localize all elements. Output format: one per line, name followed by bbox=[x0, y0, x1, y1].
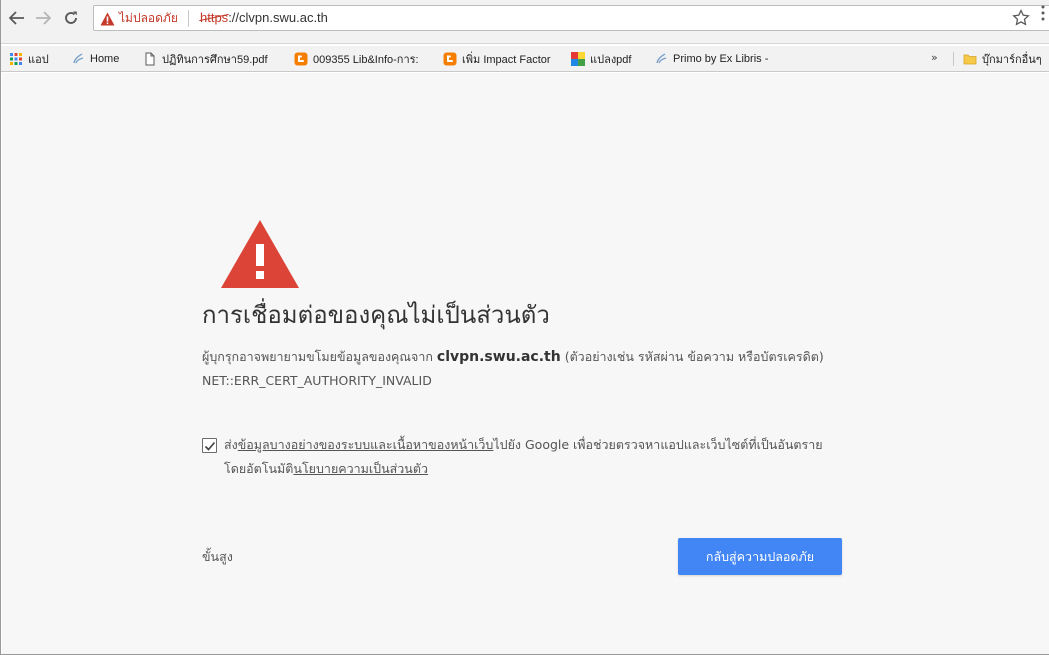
ebsco-icon bbox=[656, 53, 667, 64]
reporting-checkbox[interactable] bbox=[202, 438, 217, 453]
folder-icon bbox=[963, 54, 977, 65]
reload-button[interactable] bbox=[59, 6, 83, 30]
checkmark-icon bbox=[204, 441, 216, 451]
system-info-link[interactable]: ข้อมูลบางอย่างของระบบและเนื้อหาของหน้าเว… bbox=[238, 437, 494, 452]
explanation-text: ผู้บุกรุกอาจพยายามขโมยข้อมูลของคุณจาก cl… bbox=[202, 345, 842, 393]
arrow-left-icon bbox=[9, 11, 24, 25]
bookmark-apps[interactable]: แอป bbox=[9, 50, 49, 68]
bookmark-primo[interactable]: Primo by Ex Libris - bbox=[654, 50, 768, 68]
security-indicator[interactable]: ไม่ปลอดภัย bbox=[100, 9, 178, 28]
url-scheme: https bbox=[200, 10, 229, 25]
arrow-right-icon bbox=[36, 11, 51, 25]
bookmark-label: แอป bbox=[28, 54, 49, 66]
security-label: ไม่ปลอดภัย bbox=[119, 11, 178, 25]
apps-grid-icon bbox=[10, 53, 22, 65]
blogger-icon bbox=[294, 52, 308, 66]
bookmark-label: ปฏิทินการศึกษา59.pdf bbox=[162, 54, 268, 66]
browser-toolbar: ไม่ปลอดภัย https://clvpn.swu.ac.th bbox=[1, 0, 1049, 44]
privacy-policy-link[interactable]: นโยบายความเป็นส่วนตัว bbox=[293, 461, 428, 476]
browser-window: ไม่ปลอดภัย https://clvpn.swu.ac.th แอป H… bbox=[0, 0, 1049, 655]
bookmark-label: เพิ่ม Impact Factor bbox=[462, 54, 551, 66]
host-name: clvpn.swu.ac.th bbox=[436, 349, 561, 365]
page-title: การเชื่อมต่อของคุณไม่เป็นส่วนตัว bbox=[202, 301, 550, 329]
reload-icon bbox=[65, 11, 77, 24]
explanation-part1: ผู้บุกรุกอาจพยายามขโมยข้อมูลของคุณจาก bbox=[202, 349, 437, 364]
bookmarks-overflow-button[interactable]: » bbox=[931, 51, 938, 64]
bookmark-impact-factor[interactable]: เพิ่ม Impact Factor bbox=[443, 50, 551, 68]
reporting-label: ส่งข้อมูลบางอย่างของระบบและเนื้อหาของหน้… bbox=[224, 433, 842, 481]
kebab-menu-icon[interactable] bbox=[1040, 5, 1046, 21]
omnibox-separator bbox=[188, 10, 189, 27]
back-to-safety-button[interactable]: กลับสู่ความปลอดภัย bbox=[678, 538, 842, 575]
document-icon bbox=[145, 52, 155, 66]
url-host: ://clvpn.swu.ac.th bbox=[228, 10, 328, 25]
bookmark-home[interactable]: Home bbox=[71, 50, 119, 68]
warning-triangle-icon bbox=[221, 220, 299, 288]
bookmark-label: แปลงpdf bbox=[590, 54, 632, 66]
ssl-interstitial-page: การเชื่อมต่อของคุณไม่เป็นส่วนตัว ผู้บุกร… bbox=[2, 73, 1049, 654]
bookmark-calendar-pdf[interactable]: ปฏิทินการศึกษา59.pdf bbox=[143, 50, 268, 68]
bookmark-label: Home bbox=[90, 53, 120, 65]
bookmarks-bar: แอป Home ปฏิทินการศึกษา59.pdf 009355 Lib… bbox=[1, 46, 1049, 72]
back-nav-button[interactable] bbox=[5, 6, 29, 30]
bookmark-label: 009355 Lib&Info-การ: bbox=[313, 54, 419, 66]
forward-nav-button[interactable] bbox=[31, 6, 55, 30]
advanced-link[interactable]: ขั้นสูง bbox=[202, 547, 233, 567]
warning-triangle-icon bbox=[100, 12, 115, 25]
ebsco-icon bbox=[73, 53, 84, 64]
blogger-icon bbox=[443, 52, 457, 66]
bookmark-lib-info[interactable]: 009355 Lib&Info-การ: bbox=[294, 50, 419, 68]
extended-reporting-option: ส่งข้อมูลบางอย่างของระบบและเนื้อหาของหน้… bbox=[202, 433, 842, 481]
bookmark-label: Primo by Ex Libris - bbox=[673, 53, 769, 65]
reporting-text-pre: ส่ง bbox=[224, 437, 238, 452]
bookmark-label: บุ๊กมาร์กอื่นๆ bbox=[982, 54, 1042, 66]
bookmark-convert-pdf[interactable]: แปลงpdf bbox=[571, 50, 631, 68]
star-icon[interactable] bbox=[1012, 9, 1030, 27]
bookmark-other-folder[interactable]: บุ๊กมาร์กอื่นๆ bbox=[963, 50, 1042, 68]
url-text[interactable]: https://clvpn.swu.ac.th bbox=[200, 10, 328, 25]
address-bar[interactable]: ไม่ปลอดภัย https://clvpn.swu.ac.th bbox=[93, 5, 1049, 31]
bookmarks-divider bbox=[953, 52, 954, 66]
colorful-grid-icon bbox=[571, 52, 585, 66]
